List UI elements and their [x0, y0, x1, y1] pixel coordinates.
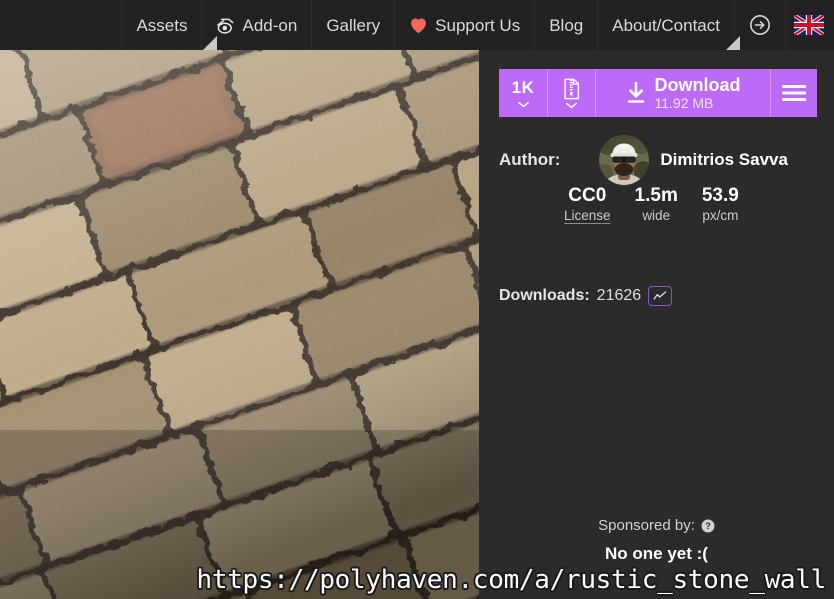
nav-item-support-us[interactable]: Support Us — [394, 0, 534, 50]
asset-info-sidebar: 1K — [479, 50, 834, 599]
downloads-label: Downloads: — [499, 287, 590, 305]
stat-license: CC0 License — [564, 185, 611, 223]
sign-in-button[interactable] — [734, 0, 785, 50]
author-row: Author: — [499, 133, 817, 187]
stat-density: 53.9 px/cm — [702, 185, 739, 223]
nav-item-label: Support Us — [435, 17, 520, 34]
nav-item-label: Gallery — [326, 17, 380, 34]
sponsor-section: Sponsored by: ? No one yet :( — [479, 517, 834, 564]
panel-resize-handle-left[interactable] — [203, 36, 217, 50]
sponsor-label: Sponsored by: — [598, 517, 695, 534]
download-button[interactable]: Download 11.92 MB — [595, 69, 770, 117]
download-toolbar: 1K — [499, 69, 817, 117]
license-link[interactable]: License — [564, 208, 611, 223]
author-name[interactable]: Dimitrios Savva — [660, 150, 788, 170]
chevron-down-icon — [518, 99, 529, 108]
nav-item-label: Add-on — [242, 17, 297, 34]
line-chart-icon — [653, 291, 667, 301]
panel-resize-handle-right[interactable] — [726, 36, 740, 50]
zip-file-icon — [562, 78, 581, 100]
file-format-dropdown[interactable] — [547, 69, 595, 117]
blender-icon — [216, 16, 235, 35]
stat-width: 1.5m wide — [635, 185, 678, 223]
asset-stats: CC0 License 1.5m wide 53.9 px/cm — [499, 185, 817, 223]
svg-text:?: ? — [705, 521, 711, 531]
language-selector[interactable] — [785, 0, 834, 50]
sponsor-label-row: Sponsored by: ? — [598, 517, 715, 534]
page-root: Assets Add-on Gallery Support Us — [0, 0, 834, 599]
nav-item-blog[interactable]: Blog — [534, 0, 597, 50]
nav-item-gallery[interactable]: Gallery — [311, 0, 394, 50]
texture-preview-image[interactable] — [0, 50, 479, 599]
help-circle-icon[interactable]: ? — [701, 519, 715, 533]
nav-item-assets[interactable]: Assets — [121, 0, 201, 50]
resolution-value: 1K — [512, 78, 535, 98]
nav-item-add-on[interactable]: Add-on — [201, 0, 311, 50]
stat-label: px/cm — [702, 208, 738, 223]
author-label: Author: — [499, 150, 560, 170]
download-stats-chart-button[interactable] — [648, 286, 672, 306]
nav-item-label: Assets — [136, 17, 187, 34]
resolution-dropdown[interactable]: 1K — [499, 69, 547, 117]
stat-value: CC0 — [568, 185, 606, 207]
download-size: 11.92 MB — [655, 96, 741, 111]
stat-value: 1.5m — [635, 185, 678, 207]
downloads-count: 21626 — [597, 287, 642, 305]
stat-label: wide — [642, 208, 670, 223]
chevron-down-icon — [566, 100, 577, 109]
stat-value: 53.9 — [702, 185, 739, 207]
hamburger-menu-icon — [781, 84, 807, 102]
nav-item-label: Blog — [549, 17, 583, 34]
heart-icon — [409, 17, 428, 34]
sign-in-icon — [749, 14, 771, 36]
downloads-row: Downloads: 21626 — [499, 286, 672, 306]
sponsor-value: No one yet :( — [605, 544, 708, 564]
nav-item-label: About/Contact — [612, 17, 720, 34]
nav-item-about-contact[interactable]: About/Contact — [597, 0, 734, 50]
download-arrow-icon — [626, 82, 646, 104]
avatar[interactable] — [599, 135, 649, 185]
top-navigation-bar: Assets Add-on Gallery Support Us — [0, 0, 834, 50]
uk-flag-icon — [794, 15, 824, 35]
download-options-menu-button[interactable] — [770, 69, 817, 117]
download-label: Download — [655, 76, 741, 95]
